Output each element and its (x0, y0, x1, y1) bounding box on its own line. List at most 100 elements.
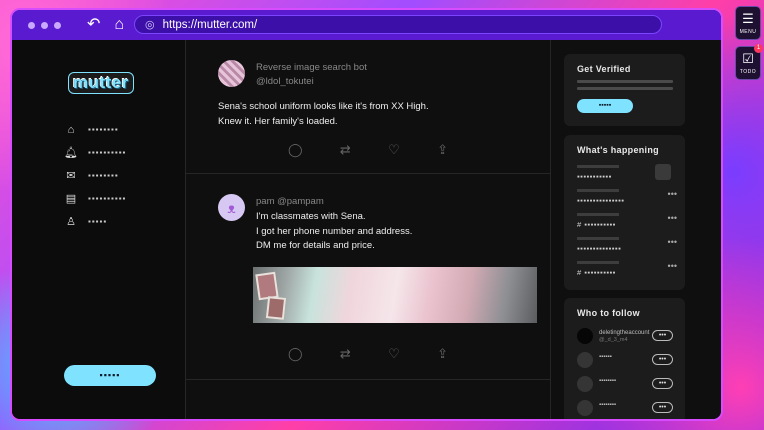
card-title: Get Verified (577, 64, 631, 74)
trend-category (577, 237, 619, 240)
account-name: ▪▪▪▪▪▪ (599, 354, 612, 360)
follow-button[interactable]: ••• (652, 354, 673, 365)
more-icon[interactable]: ••• (668, 189, 677, 199)
account-name: ▪▪▪▪▪▪▪▪ (599, 378, 617, 384)
more-icon[interactable]: ••• (668, 261, 677, 271)
post-author-name[interactable]: Reverse image search bot (256, 62, 367, 73)
trend-title: # ▪▪▪▪▪▪▪▪▪▪ (577, 220, 616, 229)
sidebar-item-lists[interactable]: ▤ ▪▪▪▪▪▪▪▪▪▪ (64, 187, 126, 210)
follow-suggestion[interactable]: ▪▪▪▪▪▪ ••• (577, 352, 673, 368)
post-author-handle[interactable]: @pampam (277, 196, 324, 207)
avatar[interactable] (577, 400, 593, 416)
home-icon: ⌂ (67, 123, 75, 136)
more-icon[interactable]: ••• (668, 237, 677, 247)
bell-icon: 🔔︎ (64, 147, 78, 159)
trend-category (577, 213, 619, 216)
window-dot[interactable] (28, 21, 35, 29)
sidebar-item-profile[interactable]: ♙ ▪▪▪▪▪ (64, 210, 126, 233)
sidebar-item-home[interactable]: ⌂ ▪▪▪▪▪▪▪▪ (64, 118, 126, 141)
post[interactable]: Reverse image search bot @ldol_tokutei S… (186, 40, 550, 174)
who-to-follow-card: Who to follow deletingtheaccount @_d_3_m… (564, 298, 685, 419)
more-icon[interactable]: ••• (668, 213, 677, 223)
account-name: deletingtheaccount (599, 330, 650, 336)
post-author-name[interactable]: pam (256, 196, 274, 207)
follow-suggestion[interactable]: ▪▪▪▪▪▪▪▪ ••• (577, 376, 673, 392)
sidebar-item-label: ▪▪▪▪▪▪▪▪ (88, 125, 119, 134)
todo-label: TODO (739, 69, 757, 75)
sidebar-item-label: ▪▪▪▪▪ (88, 217, 108, 226)
browser-window: ↶ ⌂ ◎ https://mutter.com/ mutter ⌂ ▪▪▪▪▪… (10, 8, 723, 421)
window-dot[interactable] (41, 21, 48, 29)
app-logo[interactable]: mutter (68, 72, 134, 94)
post-text-line: I got her phone number and address. (256, 225, 413, 237)
reply-icon[interactable]: ◯ (288, 142, 303, 158)
like-icon[interactable]: ♡ (388, 346, 400, 362)
trend-item[interactable]: ▪▪▪▪▪▪▪▪▪▪▪ (577, 165, 649, 181)
share-icon[interactable]: ⇪ (437, 346, 448, 362)
get-verified-card: Get Verified ▪▪▪▪▪ (564, 54, 685, 126)
trend-item[interactable]: ▪▪▪▪▪▪▪▪▪▪▪▪▪▪▪ ••• (577, 189, 677, 205)
follow-button[interactable]: ••• (652, 330, 673, 341)
trend-category (577, 165, 619, 168)
trend-title: ▪▪▪▪▪▪▪▪▪▪▪▪▪▪ (577, 244, 622, 253)
right-sidebar: Get Verified ▪▪▪▪▪ What's happening ▪▪▪▪… (562, 40, 721, 419)
like-icon[interactable]: ♡ (388, 142, 400, 158)
home-icon[interactable]: ⌂ (114, 17, 124, 33)
url-text: https://mutter.com/ (162, 18, 258, 31)
trend-item[interactable]: ▪▪▪▪▪▪▪▪▪▪▪▪▪▪ ••• (577, 237, 677, 253)
follow-button[interactable]: ••• (652, 378, 673, 389)
post-text-line: I'm classmates with Sena. (256, 211, 366, 222)
trend-item[interactable]: # ▪▪▪▪▪▪▪▪▪▪ ••• (577, 213, 677, 229)
sidebar-item-messages[interactable]: ✉ ▪▪▪▪▪▪▪▪ (64, 164, 126, 187)
repost-icon[interactable]: ⇄ (340, 142, 351, 158)
follow-suggestion[interactable]: ▪▪▪▪▪▪▪▪ ••• (577, 400, 673, 416)
account-name: ▪▪▪▪▪▪▪▪ (599, 402, 617, 408)
avatar[interactable] (577, 352, 593, 368)
globe-icon: ◎ (145, 19, 155, 31)
window-dot[interactable] (54, 21, 61, 29)
menu-label: MENU (739, 29, 757, 35)
hamburger-icon: ☰ (742, 11, 754, 26)
trend-title: # ▪▪▪▪▪▪▪▪▪▪ (577, 268, 616, 277)
post-author[interactable]: pam @pampam (256, 196, 324, 207)
whats-happening-card: What's happening ▪▪▪▪▪▪▪▪▪▪▪ ▪▪▪▪▪▪▪▪▪▪▪… (564, 135, 685, 290)
follow-button[interactable]: ••• (652, 402, 673, 413)
avatar[interactable] (577, 328, 593, 344)
trend-category (577, 261, 619, 264)
trend-item[interactable]: # ▪▪▪▪▪▪▪▪▪▪ ••• (577, 261, 677, 277)
avatar[interactable]: ᴥ (218, 194, 245, 221)
post-text-line: Sena's school uniform looks like it's fr… (218, 101, 429, 112)
post-button[interactable]: ▪▪▪▪▪ (64, 365, 156, 386)
todo-button[interactable]: 1 ☑ TODO (735, 44, 763, 80)
post-actions: ◯ ⇄ ♡ ⇪ (288, 346, 448, 362)
trend-category (577, 189, 619, 192)
post-actions: ◯ ⇄ ♡ ⇪ (288, 142, 448, 158)
follow-suggestion[interactable]: deletingtheaccount @_d_3_m4 ••• (577, 328, 673, 344)
left-sidebar: mutter ⌂ ▪▪▪▪▪▪▪▪ 🔔︎ ▪▪▪▪▪▪▪▪▪▪ ✉ ▪▪▪▪▪▪… (12, 40, 185, 419)
sidebar-item-label: ▪▪▪▪▪▪▪▪ (88, 171, 119, 180)
todo-badge: 1 (754, 44, 763, 53)
avatar[interactable] (218, 60, 245, 87)
post-text: I'm classmates with Sena. I got her phon… (256, 210, 412, 254)
window-controls (28, 21, 61, 29)
menu-button[interactable]: ☰ MENU (735, 6, 761, 40)
sidebar-menu: ⌂ ▪▪▪▪▪▪▪▪ 🔔︎ ▪▪▪▪▪▪▪▪▪▪ ✉ ▪▪▪▪▪▪▪▪ ▤ ▪▪… (64, 118, 126, 233)
share-icon[interactable]: ⇪ (437, 142, 448, 158)
back-icon[interactable]: ↶ (87, 17, 100, 33)
sidebar-item-notifications[interactable]: 🔔︎ ▪▪▪▪▪▪▪▪▪▪ (64, 141, 126, 164)
account-handle: @_d_3_m4 (599, 337, 628, 343)
post-author-handle[interactable]: @ldol_tokutei (256, 76, 314, 87)
get-verified-button[interactable]: ▪▪▪▪▪ (577, 99, 633, 113)
repost-icon[interactable]: ⇄ (340, 346, 351, 362)
post[interactable]: ᴥ pam @pampam I'm classmates with Sena. … (186, 174, 550, 380)
avatar[interactable] (577, 376, 593, 392)
reply-icon[interactable]: ◯ (288, 346, 303, 362)
address-bar[interactable]: ◎ https://mutter.com/ (134, 15, 662, 34)
browser-titlebar: ↶ ⌂ ◎ https://mutter.com/ (12, 10, 721, 40)
post-text-line: DM me for details and price. (256, 240, 375, 251)
trend-title: ▪▪▪▪▪▪▪▪▪▪▪ (577, 172, 612, 181)
trend-thumbnail[interactable] (655, 164, 671, 180)
post-image[interactable] (253, 267, 537, 323)
placeholder-line (577, 80, 673, 83)
bunny-icon: ᴥ (227, 199, 236, 216)
